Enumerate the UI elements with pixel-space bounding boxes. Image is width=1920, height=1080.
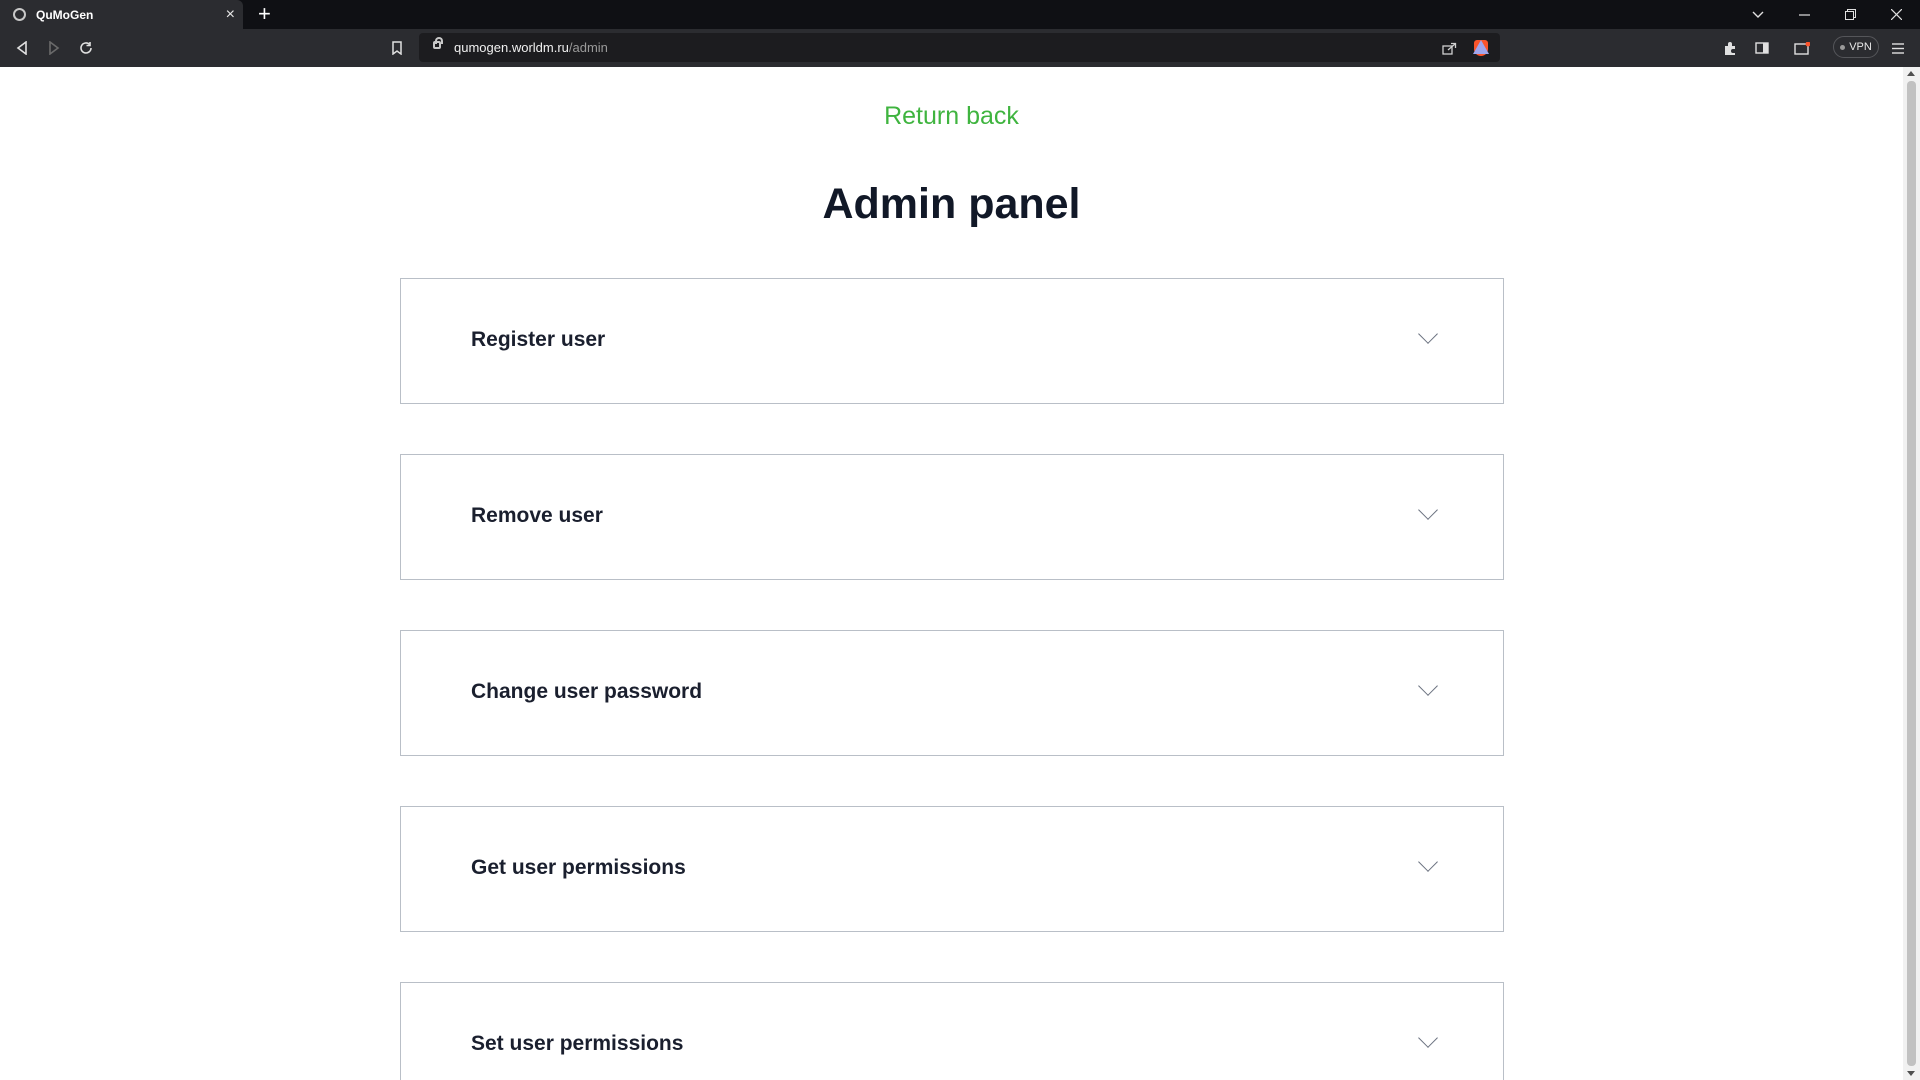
reload-icon[interactable] bbox=[75, 37, 97, 59]
accordion-change-user-password[interactable]: Change user password bbox=[400, 630, 1504, 756]
vpn-button[interactable]: VPN bbox=[1833, 36, 1879, 58]
accordion-label: Remove user bbox=[471, 504, 603, 527]
vpn-label: VPN bbox=[1849, 41, 1872, 53]
scroll-down-icon[interactable] bbox=[1907, 1071, 1915, 1076]
menu-icon[interactable] bbox=[1887, 37, 1909, 59]
lock-icon[interactable] bbox=[433, 37, 443, 49]
brave-rewards-icon[interactable] bbox=[1472, 38, 1490, 56]
page-title: Admin panel bbox=[822, 180, 1081, 228]
url-text: qumogen.worldm.ru/admin bbox=[454, 40, 608, 55]
accordion-label: Register user bbox=[471, 328, 606, 351]
browser-tab[interactable]: QuMoGen × bbox=[0, 0, 243, 29]
tab-close-button[interactable]: × bbox=[226, 6, 235, 24]
url-path: /admin bbox=[568, 40, 608, 55]
share-icon[interactable] bbox=[1440, 39, 1458, 57]
tab-search-icon[interactable] bbox=[1736, 0, 1780, 29]
page-viewport: Return back Admin panel Register user Re… bbox=[0, 67, 1903, 1080]
chevron-down-icon[interactable] bbox=[1418, 500, 1438, 520]
accordion-label: Get user permissions bbox=[471, 856, 686, 879]
scroll-up-icon[interactable] bbox=[1907, 71, 1915, 76]
wallet-icon[interactable] bbox=[1791, 37, 1813, 59]
globe-icon bbox=[13, 8, 26, 21]
restore-button[interactable] bbox=[1828, 0, 1872, 29]
close-window-button[interactable] bbox=[1874, 0, 1918, 29]
accordion-register-user[interactable]: Register user bbox=[400, 278, 1504, 404]
accordion-get-user-permissions[interactable]: Get user permissions bbox=[400, 806, 1504, 932]
vpn-status-dot bbox=[1840, 44, 1846, 50]
chevron-down-icon[interactable] bbox=[1418, 324, 1438, 344]
accordion-set-user-permissions[interactable]: Set user permissions bbox=[400, 982, 1504, 1080]
page-scrollbar[interactable] bbox=[1903, 67, 1920, 1080]
bookmark-icon[interactable] bbox=[386, 37, 408, 59]
url-domain: qumogen.worldm.ru bbox=[454, 40, 569, 55]
browser-toolbar: qumogen.worldm.ru/admin VPN bbox=[0, 29, 1920, 67]
back-icon[interactable] bbox=[11, 37, 33, 59]
return-back-link[interactable]: Return back bbox=[0, 102, 1903, 131]
minimize-button[interactable] bbox=[1782, 0, 1826, 29]
accordion-label: Change user password bbox=[471, 680, 703, 703]
chevron-down-icon[interactable] bbox=[1418, 676, 1438, 696]
forward-icon[interactable] bbox=[43, 37, 65, 59]
browser-titlebar: QuMoGen × + bbox=[0, 0, 1920, 29]
accordion-label: Set user permissions bbox=[471, 1032, 684, 1055]
extensions-icon[interactable] bbox=[1719, 37, 1741, 59]
accordion-remove-user[interactable]: Remove user bbox=[400, 454, 1504, 580]
tab-title: QuMoGen bbox=[36, 7, 94, 22]
new-tab-button[interactable]: + bbox=[258, 2, 271, 26]
chevron-down-icon[interactable] bbox=[1418, 852, 1438, 872]
address-bar[interactable]: qumogen.worldm.ru/admin bbox=[419, 33, 1500, 62]
sidebar-icon[interactable] bbox=[1751, 37, 1773, 59]
chevron-down-icon[interactable] bbox=[1418, 1028, 1438, 1048]
scrollbar-thumb[interactable] bbox=[1907, 81, 1916, 1066]
